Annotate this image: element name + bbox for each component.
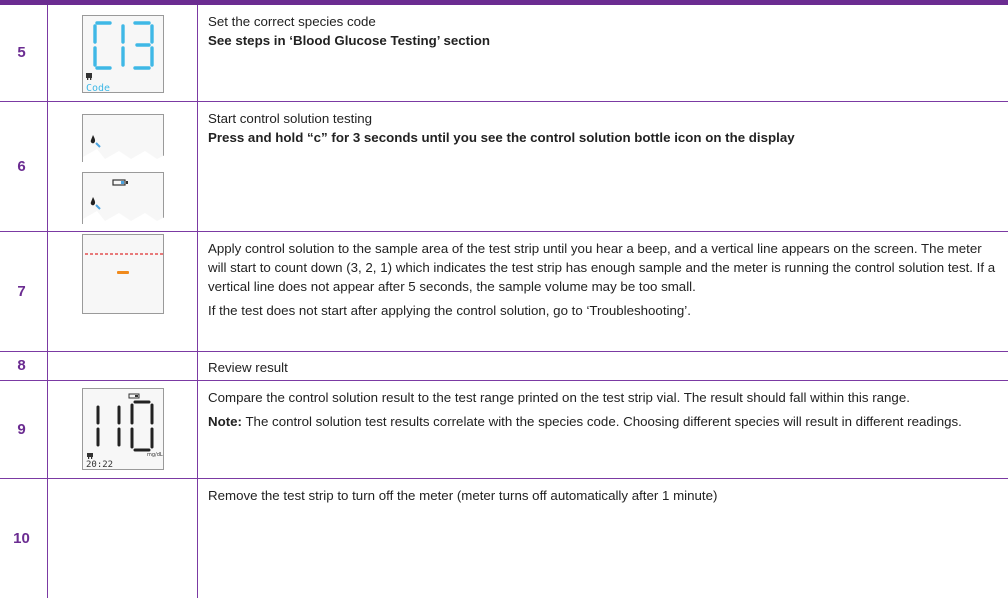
table-row: 10 Remove the test strip to turn off the…: [0, 478, 1008, 598]
step-image-cell: [47, 351, 198, 381]
step-number: 10: [0, 478, 48, 598]
control-solution-bottle-icon: [128, 393, 140, 398]
step-title: Remove the test strip to turn off the me…: [208, 487, 718, 503]
table-row: 7 Apply control solution to the sample a…: [0, 231, 1008, 352]
step-image-cell: [47, 101, 198, 232]
step-text: Set the correct species code See steps i…: [197, 5, 1008, 102]
step-instruction: See steps in ‘Blood Glucose Testing’ sec…: [208, 33, 491, 48]
table-row: 8 Review result: [0, 351, 1008, 381]
note-text: The control solution test results correl…: [241, 413, 962, 429]
meter-display-strip: [82, 233, 164, 314]
step-number: 5: [0, 5, 48, 102]
step-number: 7: [0, 231, 48, 352]
step-note: Note: The control solution test results …: [208, 412, 998, 431]
step-title: Set the correct species code: [208, 14, 376, 29]
time-readout: 20:22: [86, 460, 113, 470]
animal-icon: [87, 452, 93, 459]
step-number: 9: [0, 380, 48, 479]
code-label: Code: [86, 83, 110, 94]
step-text: Start control solution testing Press and…: [197, 101, 1008, 232]
meter-display-drop: [82, 113, 165, 163]
meter-display-result: mg/dL 20:22: [82, 387, 164, 470]
step-number: 8: [0, 351, 48, 381]
table-row: 9 mg/dL 20:22 Compare the control soluti…: [0, 380, 1008, 479]
step-title: Start control solution testing: [208, 110, 373, 126]
step-paragraph: Compare the control solution result to t…: [208, 389, 910, 405]
species-code-display: Code: [86, 21, 154, 94]
step-text: Remove the test strip to turn off the me…: [198, 478, 1008, 598]
step-image-cell: mg/dL 20:22: [47, 380, 198, 479]
note-label: Note:: [208, 413, 242, 429]
table-row: 5 Code Set the correct species code See …: [0, 5, 1008, 102]
blood-drop-icon: [90, 196, 101, 210]
control-solution-steps-table: 5 Code Set the correct species code See …: [0, 5, 1008, 598]
step-image-cell: Code: [47, 5, 198, 102]
step-image-cell: [47, 478, 198, 598]
step-image-cell: [47, 231, 198, 352]
reading-digits: [96, 400, 154, 451]
table-row: 6 Start control solution testing Press a…: [0, 101, 1008, 232]
step-text: Apply control solution to the sample are…: [197, 231, 1008, 352]
step-text: Compare the control solution result to t…: [197, 380, 1008, 479]
unit-label: mg/dL: [147, 452, 163, 458]
step-paragraph: If the test does not start after applyin…: [208, 302, 691, 318]
control-solution-bottle-icon: [112, 178, 128, 186]
step-title: Review result: [208, 359, 288, 375]
sample-indicator: [117, 270, 129, 274]
step-instruction: Press and hold “c” for 3 seconds until y…: [208, 129, 795, 145]
step-text: Review result: [197, 351, 1008, 381]
blood-drop-icon: [90, 134, 101, 148]
step-paragraph: Apply control solution to the sample are…: [208, 240, 996, 294]
animal-icon: [86, 73, 92, 80]
meter-display-bottle: [82, 171, 165, 225]
step-number: 6: [0, 101, 48, 232]
meter-display-code: Code: [82, 15, 164, 94]
